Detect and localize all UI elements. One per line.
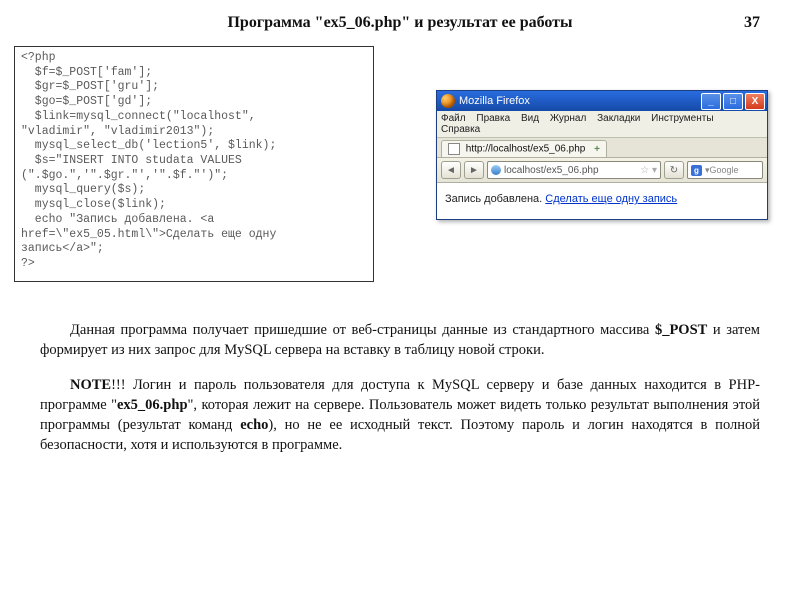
paragraph-1: Данная программа получает пришедшие от в…: [40, 320, 760, 361]
back-button[interactable]: ◄: [441, 161, 461, 179]
menu-tools[interactable]: Инструменты: [651, 113, 713, 124]
menu-edit[interactable]: Правка: [476, 113, 510, 124]
p2-prog: ex5_06.php: [117, 397, 188, 413]
page-link[interactable]: Сделать еще одну запись: [545, 193, 677, 205]
globe-icon: [491, 165, 501, 175]
menu-help[interactable]: Справка: [441, 124, 480, 135]
toolbar: ◄ ► localhost/ex5_06.php ☆ ▾ ↻ g ▾ Googl…: [437, 158, 767, 183]
slide-title: Программа "ex5_06.php" и результат ее ра…: [0, 14, 800, 32]
menu-file[interactable]: Файл: [441, 113, 466, 124]
menu-view[interactable]: Вид: [521, 113, 539, 124]
reload-button[interactable]: ↻: [664, 161, 684, 179]
menu-history[interactable]: Журнал: [550, 113, 587, 124]
code-listing: <?php $f=$_POST['fam']; $gr=$_POST['gru'…: [14, 46, 374, 282]
tab-label: http://localhost/ex5_06.php: [466, 144, 586, 155]
menu-bookmarks[interactable]: Закладки: [597, 113, 640, 124]
url-text: localhost/ex5_06.php: [504, 165, 599, 176]
url-input[interactable]: localhost/ex5_06.php ☆ ▾: [487, 161, 661, 179]
new-tab-button[interactable]: +: [594, 144, 600, 155]
p2-note: NOTE: [70, 377, 111, 393]
maximize-button[interactable]: □: [723, 93, 743, 110]
p2-echo: echo: [240, 417, 268, 433]
search-placeholder-text: Google: [710, 165, 739, 175]
menubar: Файл Правка Вид Журнал Закладки Инструме…: [437, 111, 767, 138]
paragraph-2: NOTE!!! Логин и пароль пользователя для …: [40, 375, 760, 456]
body-text: Данная программа получает пришедшие от в…: [40, 320, 760, 470]
page-text: Запись добавлена.: [445, 193, 545, 205]
firefox-window: Mozilla Firefox _ □ X Файл Правка Вид Жу…: [436, 90, 768, 220]
url-suffix-icon: ☆ ▾: [640, 165, 657, 176]
minimize-button[interactable]: _: [701, 93, 721, 110]
page-content: Запись добавлена. Сделать еще одну запис…: [437, 183, 767, 219]
window-title: Mozilla Firefox: [459, 95, 699, 107]
browser-tab[interactable]: http://localhost/ex5_06.php +: [441, 140, 607, 157]
tabbar: http://localhost/ex5_06.php +: [437, 138, 767, 158]
close-button[interactable]: X: [745, 93, 765, 110]
p1-bold: $_POST: [655, 322, 707, 338]
page-number: 37: [744, 14, 760, 32]
search-input[interactable]: g ▾ Google: [687, 161, 763, 179]
p1-pre: Данная программа получает пришедшие от в…: [70, 322, 655, 338]
google-icon: g: [691, 165, 702, 176]
favicon-icon: [448, 143, 460, 155]
forward-button[interactable]: ►: [464, 161, 484, 179]
titlebar: Mozilla Firefox _ □ X: [437, 91, 767, 111]
firefox-icon: [441, 94, 455, 108]
